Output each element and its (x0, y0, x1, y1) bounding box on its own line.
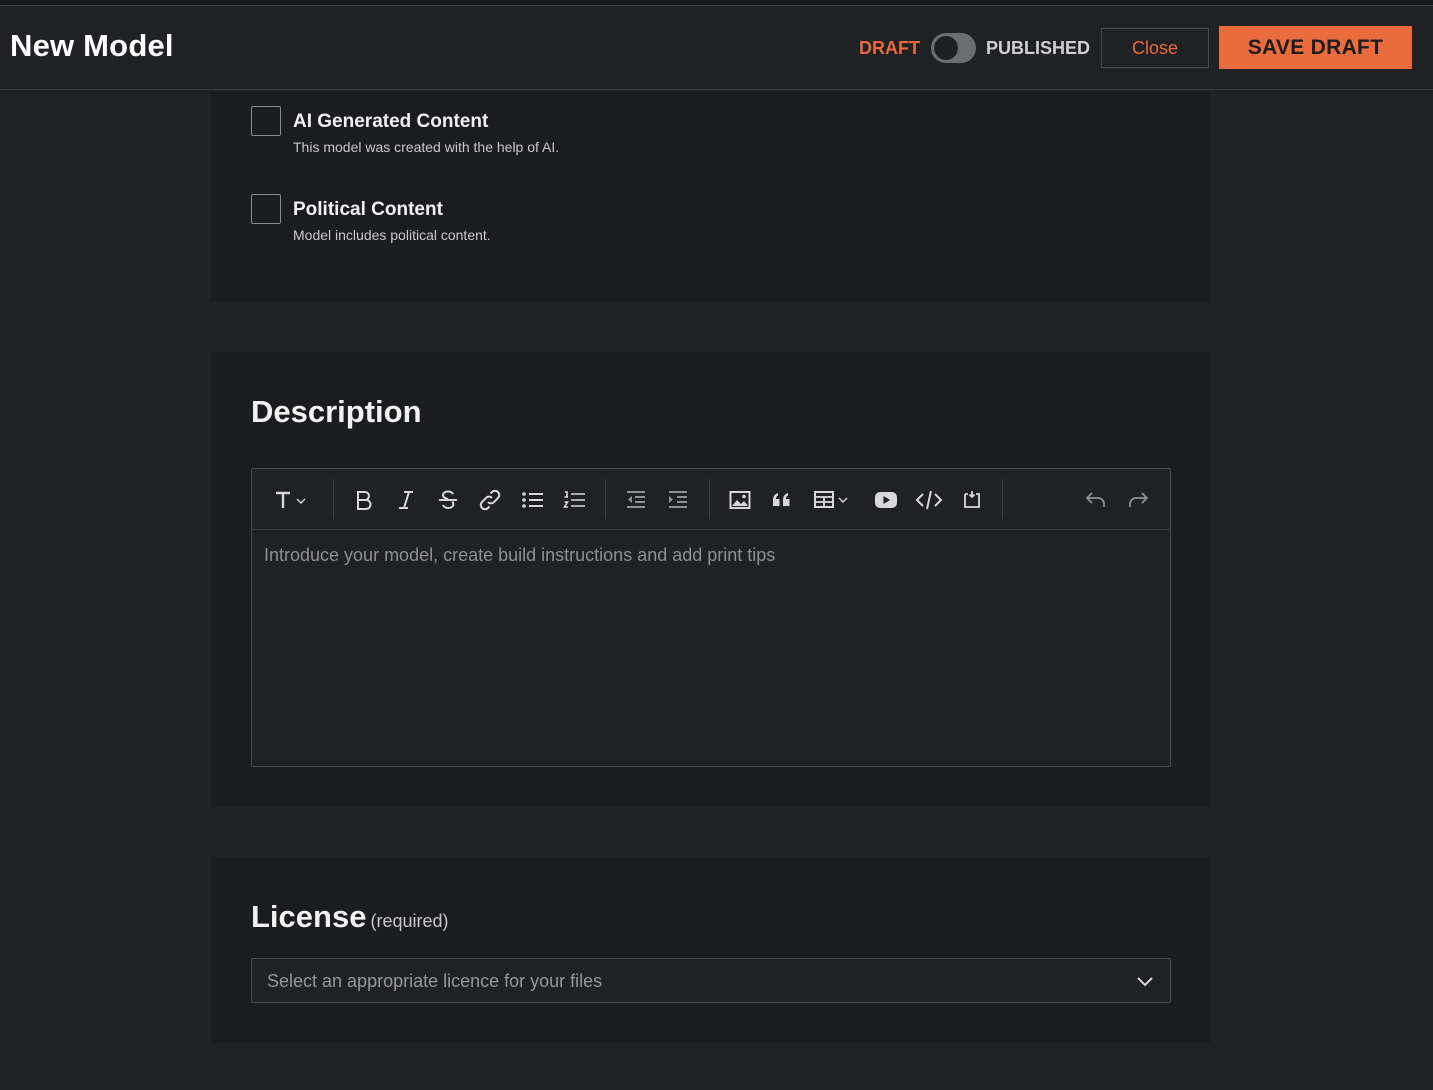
toolbar-divider (709, 479, 710, 519)
status-draft-label: DRAFT (859, 38, 920, 58)
ai-content-checkbox[interactable] (251, 106, 281, 136)
video-icon[interactable] (872, 484, 900, 516)
ai-content-help: This model was created with the help of … (293, 139, 560, 155)
quote-icon[interactable] (768, 484, 796, 516)
numbered-list-icon[interactable] (561, 484, 589, 516)
save-draft-button[interactable]: SAVE DRAFT (1219, 26, 1412, 69)
link-icon[interactable] (476, 484, 504, 516)
outdent-icon[interactable] (622, 484, 650, 516)
content-flags-card: AI Generated Content This model was crea… (211, 91, 1210, 302)
table-icon[interactable] (812, 484, 852, 516)
editor-header: New Model DRAFT PUBLISHED Close SAVE DRA… (0, 6, 1433, 90)
license-select[interactable]: Select an appropriate licence for your f… (251, 958, 1171, 1003)
political-content-checkbox[interactable] (251, 194, 281, 224)
license-title-text: License (251, 899, 367, 934)
embed-icon[interactable] (958, 484, 986, 516)
bullet-list-icon[interactable] (519, 484, 547, 516)
description-title: Description (251, 394, 422, 429)
required-marker: (required) (370, 911, 449, 931)
code-icon[interactable] (914, 484, 944, 516)
bold-icon[interactable] (350, 484, 378, 516)
toolbar-divider (1002, 479, 1003, 519)
publish-toggle[interactable] (931, 33, 976, 63)
close-button[interactable]: Close (1101, 28, 1209, 68)
image-icon[interactable] (726, 484, 754, 516)
status-published-label: PUBLISHED (986, 38, 1091, 58)
ai-content-label[interactable]: AI Generated Content (293, 111, 488, 133)
text-style-icon[interactable] (272, 484, 312, 516)
redo-icon[interactable] (1124, 484, 1152, 516)
license-select-placeholder: Select an appropriate licence for your f… (267, 971, 603, 991)
toggle-knob (934, 36, 958, 60)
undo-icon[interactable] (1082, 484, 1110, 516)
political-content-help: Model includes political content. (293, 227, 491, 243)
political-content-label[interactable]: Political Content (293, 199, 443, 221)
license-card: License (required) Select an appropriate … (211, 857, 1210, 1043)
toolbar-divider (605, 479, 606, 519)
chevron-down-icon (1137, 977, 1153, 987)
italic-icon[interactable] (392, 484, 420, 516)
description-textarea[interactable]: Introduce your model, create build instr… (264, 545, 775, 566)
editor-toolbar (252, 469, 1170, 530)
description-editor: Introduce your model, create build instr… (251, 468, 1171, 767)
toolbar-divider (333, 479, 334, 519)
indent-icon[interactable] (664, 484, 692, 516)
license-title: License (required) (251, 899, 448, 935)
strikethrough-icon[interactable] (434, 484, 462, 516)
page-title: New Model (10, 28, 174, 63)
description-card: Description Introduce your model, create… (211, 352, 1210, 807)
